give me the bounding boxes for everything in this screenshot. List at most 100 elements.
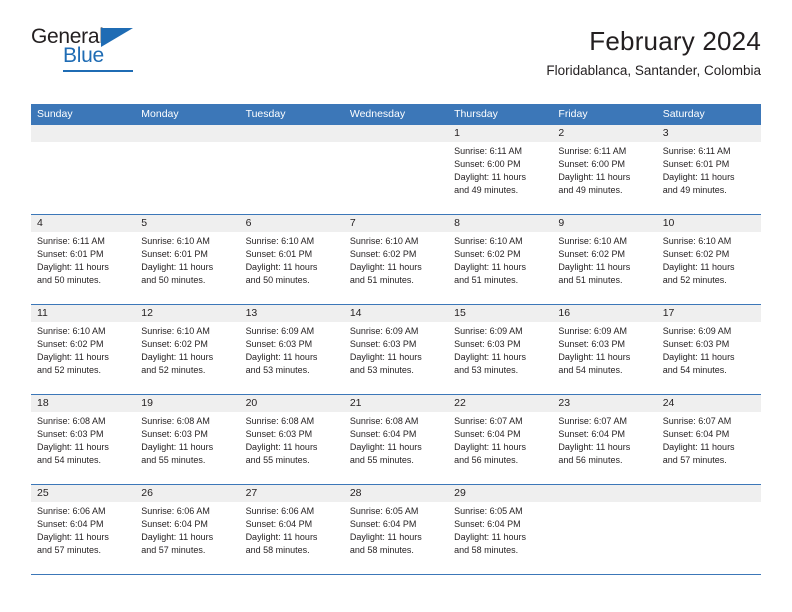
weekday-saturday: Saturday: [662, 108, 705, 120]
day-number-band: 16: [552, 305, 657, 322]
day-cell[interactable]: 19 Sunrise: 6:08 AM Sunset: 6:03 PM Dayl…: [135, 395, 240, 484]
day-info: Sunrise: 6:08 AM Sunset: 6:03 PM Dayligh…: [240, 412, 344, 467]
day-number: 10: [662, 217, 675, 229]
day-cell[interactable]: 22 Sunrise: 6:07 AM Sunset: 6:04 PM Dayl…: [448, 395, 553, 484]
day-cell[interactable]: 3 Sunrise: 6:11 AM Sunset: 6:01 PM Dayli…: [656, 125, 761, 214]
sunrise-text: Sunrise: 6:05 AM: [349, 506, 419, 516]
day-cell[interactable]: 2 Sunrise: 6:11 AM Sunset: 6:00 PM Dayli…: [552, 125, 657, 214]
day-cell[interactable]: 28 Sunrise: 6:05 AM Sunset: 6:04 PM Dayl…: [343, 485, 449, 574]
day-info: Sunrise: 6:10 AM Sunset: 6:01 PM Dayligh…: [240, 232, 344, 287]
day-cell[interactable]: 12 Sunrise: 6:10 AM Sunset: 6:02 PM Dayl…: [135, 305, 240, 394]
day-cell[interactable]: [135, 125, 240, 214]
day-cell[interactable]: 11 Sunrise: 6:10 AM Sunset: 6:02 PM Dayl…: [31, 305, 136, 394]
day-number-band: [31, 125, 136, 142]
daylight-text-line2: and 54 minutes.: [558, 365, 623, 375]
day-number-band: [552, 485, 657, 502]
day-cell[interactable]: [239, 125, 344, 214]
day-cell[interactable]: [31, 125, 136, 214]
day-cell[interactable]: 26 Sunrise: 6:06 AM Sunset: 6:04 PM Dayl…: [135, 485, 240, 574]
day-number: 3: [662, 127, 669, 139]
day-number: 1: [454, 127, 460, 139]
daylight-text-line2: and 55 minutes.: [349, 455, 414, 465]
daylight-text-line2: and 50 minutes.: [141, 275, 206, 285]
daylight-text-line2: and 51 minutes.: [349, 275, 414, 285]
daylight-text-line1: Daylight: 11 hours: [558, 352, 631, 362]
day-cell[interactable]: [552, 485, 657, 574]
sunset-text: Sunset: 6:04 PM: [454, 429, 521, 439]
day-cell[interactable]: 6 Sunrise: 6:10 AM Sunset: 6:01 PM Dayli…: [239, 215, 344, 304]
sunrise-text: Sunrise: 6:11 AM: [454, 146, 522, 156]
daylight-text-line2: and 53 minutes.: [349, 365, 414, 375]
day-number: 14: [349, 307, 362, 319]
day-number-band: 2: [552, 125, 657, 142]
daylight-text-line1: Daylight: 11 hours: [245, 442, 318, 452]
day-number-band: 9: [552, 215, 657, 232]
day-cell[interactable]: 21 Sunrise: 6:08 AM Sunset: 6:04 PM Dayl…: [343, 395, 449, 484]
sunrise-text: Sunrise: 6:09 AM: [558, 326, 627, 336]
day-cell[interactable]: 1 Sunrise: 6:11 AM Sunset: 6:00 PM Dayli…: [448, 125, 553, 214]
daylight-text-line1: Daylight: 11 hours: [141, 262, 214, 272]
day-cell[interactable]: 13 Sunrise: 6:09 AM Sunset: 6:03 PM Dayl…: [239, 305, 344, 394]
weekday-header-row: Sunday Monday Tuesday Wednesday Thursday…: [31, 104, 761, 125]
day-cell[interactable]: [343, 125, 449, 214]
sunset-text: Sunset: 6:04 PM: [37, 519, 104, 529]
day-number-band: 26: [135, 485, 240, 502]
day-cell[interactable]: 16 Sunrise: 6:09 AM Sunset: 6:03 PM Dayl…: [552, 305, 657, 394]
sunrise-text: Sunrise: 6:10 AM: [37, 326, 106, 336]
daylight-text-line2: and 58 minutes.: [245, 545, 310, 555]
day-cell[interactable]: 9 Sunrise: 6:10 AM Sunset: 6:02 PM Dayli…: [552, 215, 657, 304]
day-cell[interactable]: 4 Sunrise: 6:11 AM Sunset: 6:01 PM Dayli…: [31, 215, 136, 304]
calendar-page: General Blue February 2024 Floridablanca…: [0, 0, 792, 612]
day-cell[interactable]: 5 Sunrise: 6:10 AM Sunset: 6:01 PM Dayli…: [135, 215, 240, 304]
day-cell[interactable]: 18 Sunrise: 6:08 AM Sunset: 6:03 PM Dayl…: [31, 395, 136, 484]
day-cell[interactable]: 27 Sunrise: 6:06 AM Sunset: 6:04 PM Dayl…: [239, 485, 344, 574]
day-cell[interactable]: 20 Sunrise: 6:08 AM Sunset: 6:03 PM Dayl…: [239, 395, 344, 484]
daylight-text-line2: and 58 minutes.: [349, 545, 414, 555]
day-cell[interactable]: 8 Sunrise: 6:10 AM Sunset: 6:02 PM Dayli…: [448, 215, 553, 304]
day-cell[interactable]: 15 Sunrise: 6:09 AM Sunset: 6:03 PM Dayl…: [448, 305, 553, 394]
day-number: 18: [37, 397, 49, 409]
day-number-band: 20: [239, 395, 344, 412]
day-info: [31, 142, 135, 145]
weekday-monday: Monday: [141, 108, 179, 120]
week-row: 4 Sunrise: 6:11 AM Sunset: 6:01 PM Dayli…: [31, 215, 761, 305]
daylight-text-line1: Daylight: 11 hours: [141, 532, 214, 542]
day-cell[interactable]: 7 Sunrise: 6:10 AM Sunset: 6:02 PM Dayli…: [343, 215, 449, 304]
sunset-text: Sunset: 6:01 PM: [141, 249, 208, 259]
day-cell[interactable]: 17 Sunrise: 6:09 AM Sunset: 6:03 PM Dayl…: [656, 305, 761, 394]
day-info: Sunrise: 6:06 AM Sunset: 6:04 PM Dayligh…: [31, 502, 135, 557]
day-cell[interactable]: 14 Sunrise: 6:09 AM Sunset: 6:03 PM Dayl…: [343, 305, 449, 394]
day-number: 24: [662, 397, 675, 409]
daylight-text-line1: Daylight: 11 hours: [349, 352, 422, 362]
sunset-text: Sunset: 6:03 PM: [662, 339, 730, 349]
sunset-text: Sunset: 6:04 PM: [349, 519, 417, 529]
day-cell[interactable]: 25 Sunrise: 6:06 AM Sunset: 6:04 PM Dayl…: [31, 485, 136, 574]
day-cell[interactable]: 29 Sunrise: 6:05 AM Sunset: 6:04 PM Dayl…: [448, 485, 553, 574]
day-cell[interactable]: 23 Sunrise: 6:07 AM Sunset: 6:04 PM Dayl…: [552, 395, 657, 484]
sunset-text: Sunset: 6:02 PM: [558, 249, 625, 259]
daylight-text-line1: Daylight: 11 hours: [454, 532, 526, 542]
sunrise-text: Sunrise: 6:09 AM: [245, 326, 315, 336]
general-blue-logo[interactable]: General Blue: [31, 26, 231, 72]
daylight-text-line1: Daylight: 11 hours: [454, 172, 526, 182]
day-info: [657, 502, 761, 505]
daylight-text-line1: Daylight: 11 hours: [349, 262, 422, 272]
daylight-text-line2: and 56 minutes.: [454, 455, 519, 465]
daylight-text-line2: and 49 minutes.: [558, 185, 623, 195]
day-cell[interactable]: 10 Sunrise: 6:10 AM Sunset: 6:02 PM Dayl…: [656, 215, 761, 304]
day-info: Sunrise: 6:08 AM Sunset: 6:03 PM Dayligh…: [31, 412, 135, 467]
sunset-text: Sunset: 6:04 PM: [141, 519, 208, 529]
day-cell[interactable]: 24 Sunrise: 6:07 AM Sunset: 6:04 PM Dayl…: [656, 395, 761, 484]
weekday-wednesday: Wednesday: [349, 108, 406, 120]
day-info: Sunrise: 6:10 AM Sunset: 6:02 PM Dayligh…: [135, 322, 239, 377]
day-info: Sunrise: 6:09 AM Sunset: 6:03 PM Dayligh…: [344, 322, 448, 377]
title-block: February 2024 Floridablanca, Santander, …: [546, 26, 761, 81]
daylight-text-line1: Daylight: 11 hours: [662, 442, 735, 452]
day-cell[interactable]: [656, 485, 761, 574]
day-info: Sunrise: 6:10 AM Sunset: 6:02 PM Dayligh…: [657, 232, 761, 287]
sunrise-text: Sunrise: 6:05 AM: [454, 506, 523, 516]
sunset-text: Sunset: 6:00 PM: [558, 159, 625, 169]
sunrise-text: Sunrise: 6:11 AM: [662, 146, 731, 156]
daylight-text-line2: and 50 minutes.: [37, 275, 102, 285]
daylight-text-line2: and 54 minutes.: [37, 455, 102, 465]
